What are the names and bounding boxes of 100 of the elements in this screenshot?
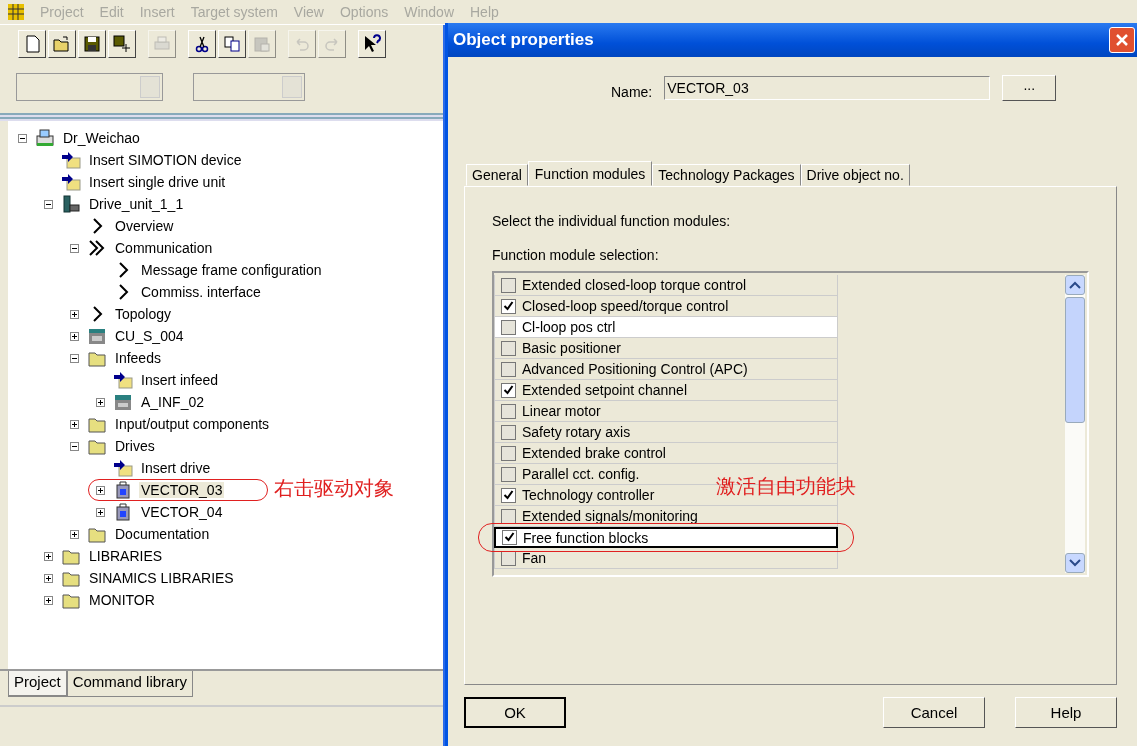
tree-item[interactable]: Input/output components [113,416,272,432]
open-folder-icon[interactable] [48,30,76,58]
collapse-icon[interactable] [70,353,79,363]
tree-item[interactable]: Drives [113,438,157,454]
list-row[interactable]: Extended closed-loop torque control [494,275,838,296]
drive-unit-icon [61,194,81,214]
tree-item[interactable]: Insert SIMOTION device [87,152,244,168]
checkbox[interactable] [501,319,516,335]
checkbox[interactable] [501,466,516,482]
browse-button[interactable]: ... [1002,75,1057,101]
tab[interactable]: Drive object no. [800,164,910,186]
list-row[interactable]: Extended signals/monitoring [494,506,838,527]
tree-item[interactable]: Topology [113,306,174,322]
checkbox[interactable] [501,361,516,377]
collapse-icon[interactable] [44,199,53,209]
checkbox[interactable] [501,508,516,524]
tree-item[interactable]: VECTOR_04 [139,504,225,520]
insert-icon [113,458,133,478]
checkbox[interactable] [501,445,516,461]
checkbox[interactable] [501,550,516,566]
tree-item[interactable]: Dr_Weichao [61,130,142,146]
tree-item[interactable]: CU_S_004 [113,328,186,344]
help-pointer-icon[interactable] [358,30,386,58]
tree-item[interactable]: LIBRARIES [87,548,165,564]
checkbox[interactable] [501,403,516,419]
checkbox[interactable] [501,277,516,293]
list-row[interactable]: Closed-loop speed/torque control [494,296,838,317]
expand-icon[interactable] [44,595,53,605]
expand-icon[interactable] [70,529,79,539]
list-row[interactable]: Fan [494,548,838,569]
checkbox[interactable] [501,424,516,440]
tree-item[interactable]: Infeeds [113,350,163,366]
scrollbar[interactable] [1065,275,1085,573]
cut-icon[interactable] [188,30,216,58]
module-label: Extended signals/monitoring [522,508,698,524]
save-icon[interactable] [78,30,106,58]
dialog-button[interactable]: OK [464,697,566,728]
tab[interactable]: Project [8,671,67,697]
tab[interactable]: Command library [66,671,193,697]
save-compile-icon[interactable] [108,30,136,58]
tree-item[interactable]: MONITOR [87,592,157,608]
checkbox[interactable] [501,298,516,314]
tree-item[interactable]: A_INF_02 [139,394,207,410]
collapse-icon[interactable] [70,243,79,253]
expand-icon[interactable] [44,573,53,583]
expand-icon[interactable] [70,419,79,429]
expand-icon[interactable] [96,485,105,495]
tree-item[interactable]: Drive_unit_1_1 [87,196,186,212]
module-label: Advanced Positioning Control (APC) [522,361,748,377]
collapse-icon[interactable] [70,441,79,451]
insert-icon [61,172,81,192]
expand-icon[interactable] [96,507,105,517]
tree-item[interactable]: Communication [113,240,215,256]
list-row[interactable]: Safety rotary axis [494,422,838,443]
list-row[interactable]: Basic positioner [494,338,838,359]
tree-item[interactable]: SINAMICS LIBRARIES [87,570,236,586]
list-row[interactable]: Cl-loop pos ctrl [494,317,838,338]
list-row[interactable]: Extended brake control [494,443,838,464]
new-file-icon[interactable] [18,30,46,58]
list-row[interactable]: Linear motor [494,401,838,422]
device-icon [35,128,55,148]
tree-item[interactable]: Documentation [113,526,212,542]
name-label: Name: [611,84,653,100]
close-icon[interactable] [1109,27,1135,53]
tree-item[interactable]: Overview [113,218,176,234]
tree-item[interactable]: Insert drive [139,460,213,476]
list-row[interactable]: Free function blocks [494,527,838,548]
checkbox[interactable] [502,530,517,545]
module-label: Extended brake control [522,445,666,461]
name-field[interactable]: VECTOR_03 [664,76,991,100]
tree-item[interactable]: Message frame configuration [139,262,324,278]
tree-item[interactable]: Insert infeed [139,372,221,388]
checkbox[interactable] [501,340,516,356]
instruction-text: Select the individual function modules: [492,213,732,229]
tab[interactable]: General [466,164,528,186]
expand-icon[interactable] [70,331,79,341]
list-row[interactable]: Advanced Positioning Control (APC) [494,359,838,380]
module-label: Parallel cct. config. [522,466,640,482]
drive-icon [113,480,133,500]
list-row[interactable]: Extended setpoint channel [494,380,838,401]
tab[interactable]: Technology Packages [652,164,801,186]
line-module-icon [113,392,133,412]
drive-icon [113,502,133,522]
list-label: Function module selection: [492,247,660,263]
dialog-button[interactable]: Cancel [883,697,985,728]
expand-icon[interactable] [96,397,105,407]
checkbox[interactable] [501,382,516,398]
dialog-button[interactable]: Help [1015,697,1117,728]
expand-icon[interactable] [70,309,79,319]
tree-item[interactable]: VECTOR_03 [139,482,225,498]
expand-icon[interactable] [44,551,53,561]
copy-icon[interactable] [218,30,246,58]
scroll-up-icon[interactable] [1065,275,1085,295]
scroll-down-icon[interactable] [1065,553,1085,573]
tree-item[interactable]: Commiss. interface [139,284,263,300]
collapse-icon[interactable] [18,133,27,143]
checkbox[interactable] [501,487,516,503]
tree-item[interactable]: Insert single drive unit [87,174,228,190]
tab[interactable]: Function modules [527,161,653,186]
module-label: Extended closed-loop torque control [522,277,747,293]
